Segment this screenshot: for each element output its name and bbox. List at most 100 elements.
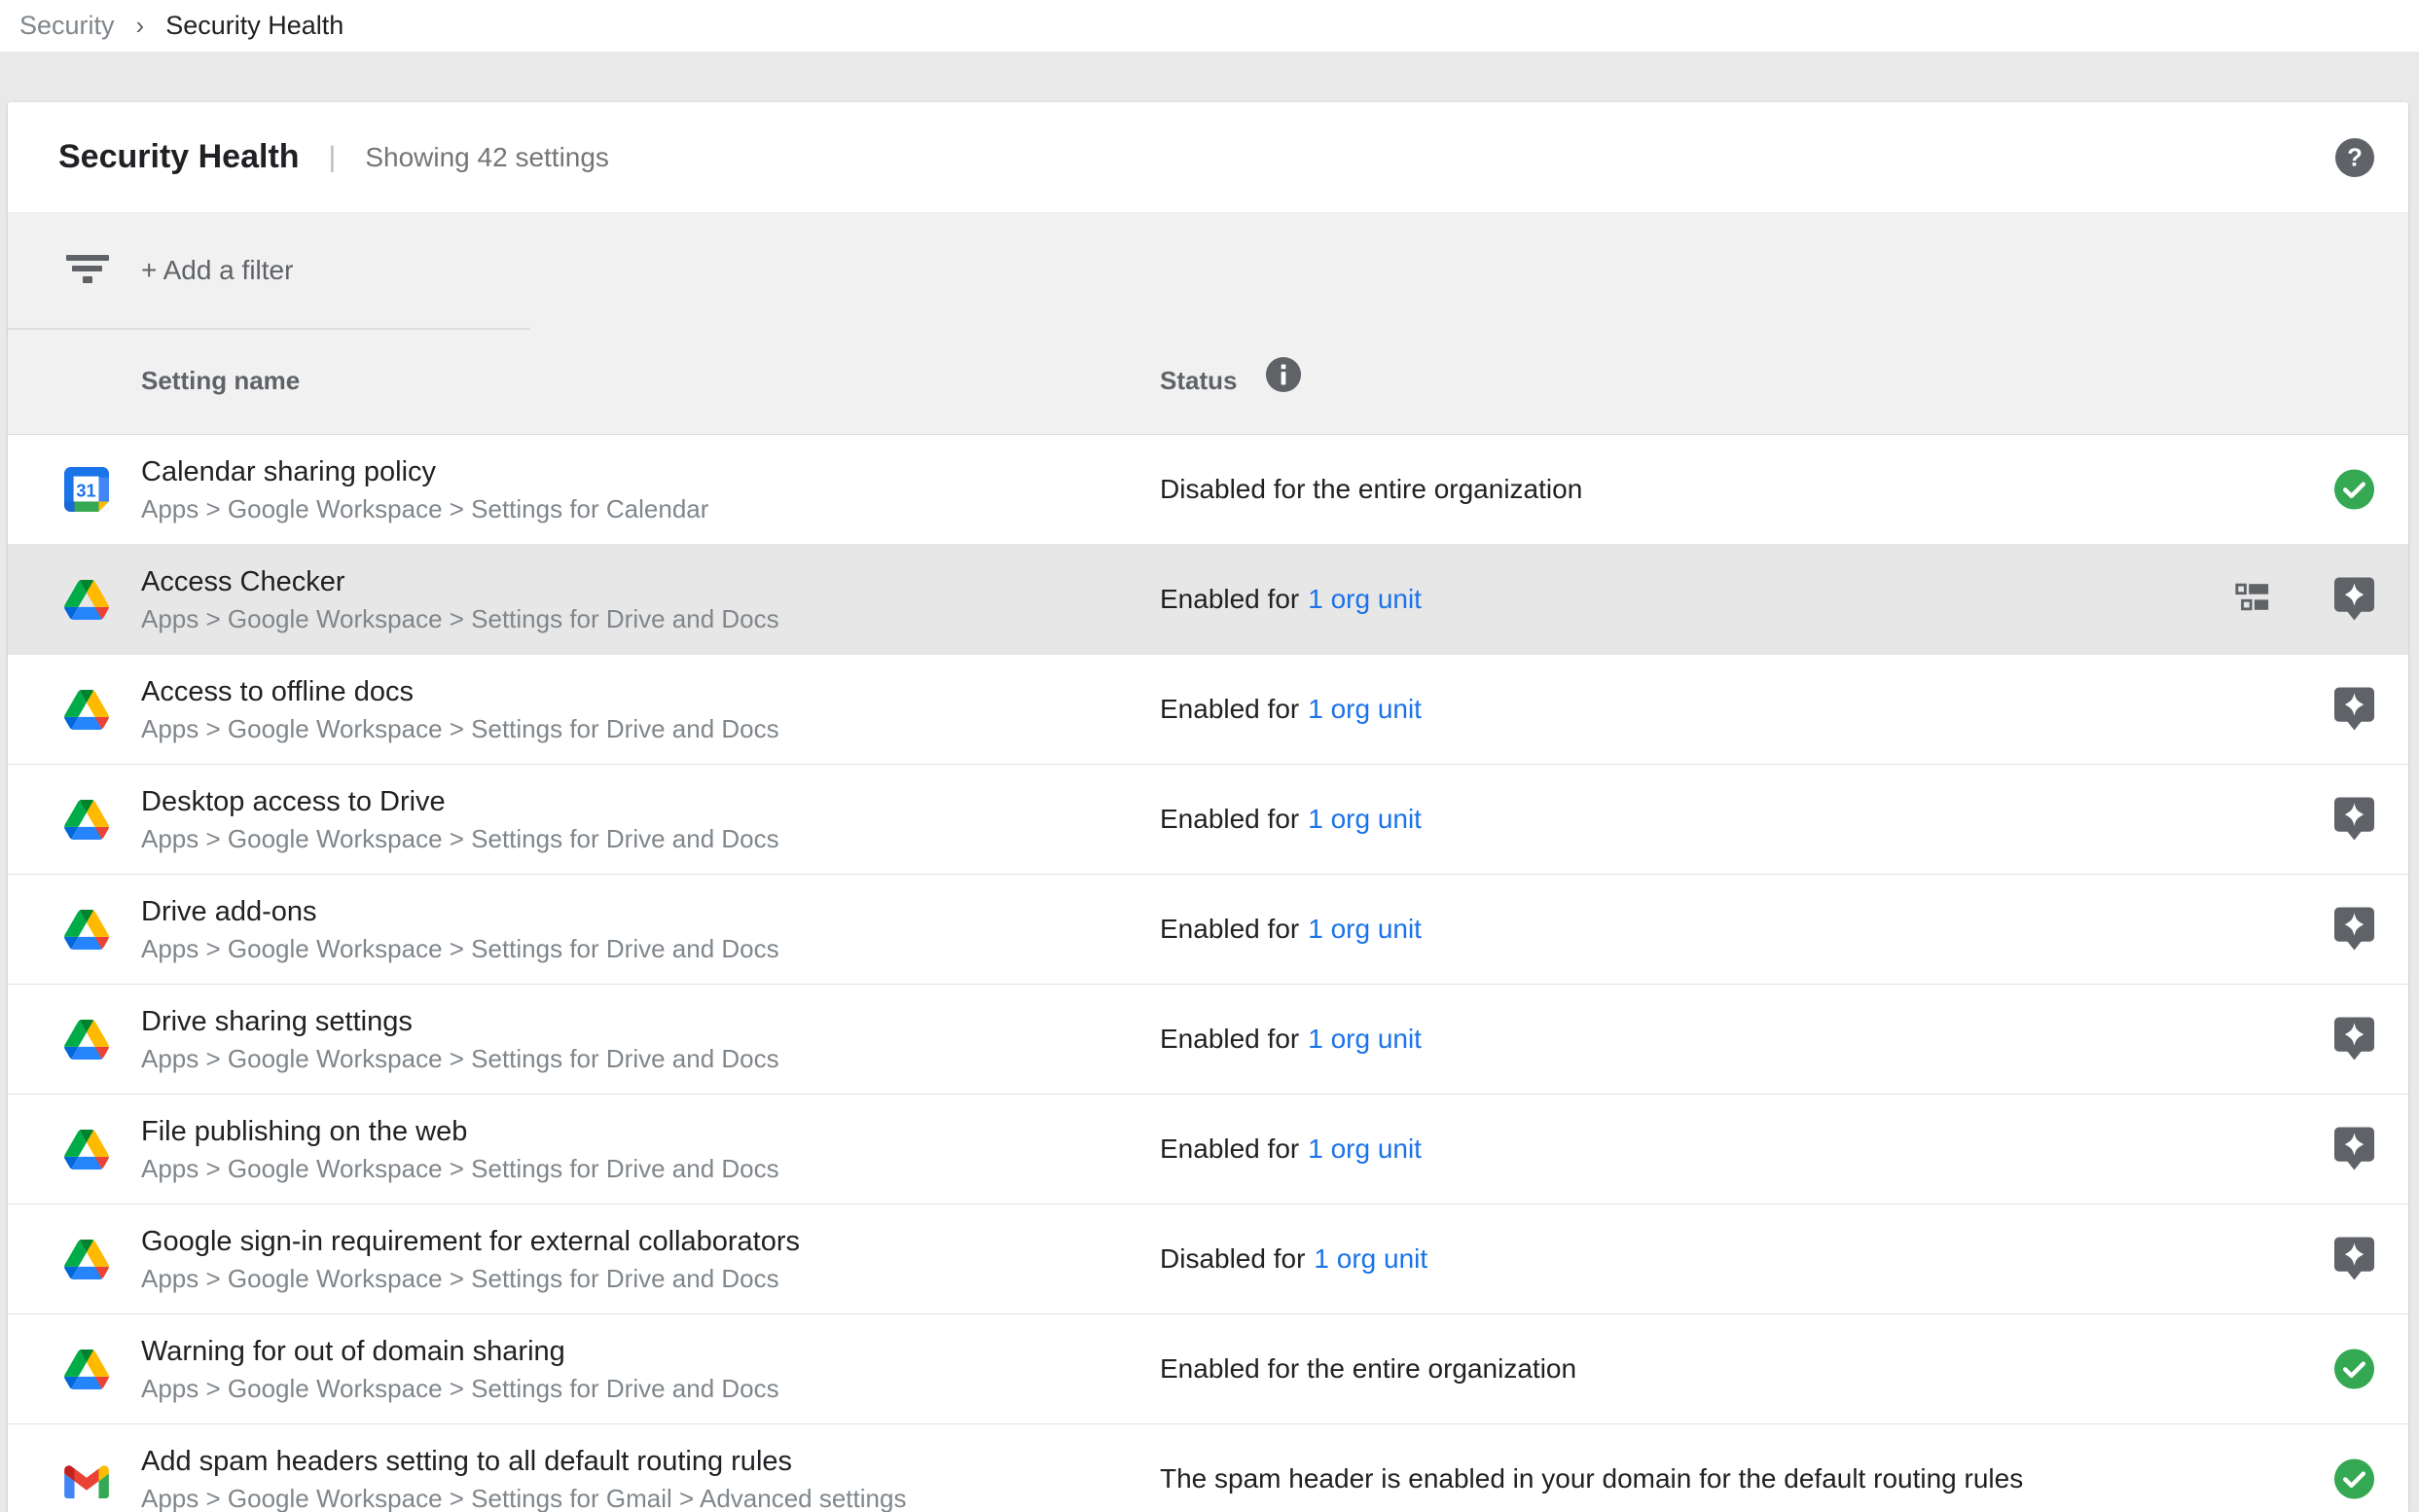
status-badge[interactable] [2333,907,2376,953]
recommendation-flag-icon [2333,687,2375,733]
setting-status: Enabled for 1 org unit [1160,875,1422,984]
setting-path: Apps > Google Workspace > Settings for D… [141,601,779,636]
setting-status: Disabled for 1 org unit [1160,1205,1427,1314]
drive-icon [64,800,109,840]
recommendation-flag-icon [2333,1017,2375,1062]
status-info-icon[interactable] [1265,356,1302,393]
setting-text-block: Warning for out of domain sharing Apps >… [141,1314,779,1423]
setting-path: Apps > Google Workspace > Settings for D… [141,1261,800,1296]
org-unit-link[interactable]: 1 org unit [1308,1134,1422,1165]
setting-row[interactable]: 31 Google sign-in requirem [8,1205,2408,1314]
setting-row[interactable]: 31 Calendar sharing policy [8,435,2408,545]
status-text: Enabled for [1160,1134,1299,1165]
setting-row[interactable]: 31 Drive sharing settings [8,985,2408,1095]
app-icon: 31 [64,797,109,842]
org-unit-link[interactable]: 1 org unit [1314,1243,1427,1275]
setting-status: Enabled for 1 org unit [1160,765,1422,874]
setting-title: Google sign-in requirement for external … [141,1222,800,1261]
breadcrumb: Security › Security Health [0,0,2419,52]
page-title: Security Health [58,138,300,176]
setting-row[interactable]: 31 Warning for out of doma [8,1314,2408,1424]
drive-icon [64,910,109,950]
status-text: Disabled for the entire organization [1160,474,1582,505]
setting-row[interactable]: 31 Access Checker Ap [8,545,2408,655]
settings-list: 31 Calendar sharing policy [8,435,2408,1512]
setting-title: Warning for out of domain sharing [141,1332,779,1371]
title-divider: | [329,141,337,174]
help-icon[interactable]: ? [2334,137,2375,178]
status-text: Enabled for [1160,584,1299,615]
setting-title: Access to offline docs [141,672,779,711]
setting-text-block: Add spam headers setting to all default … [141,1424,906,1512]
org-unit-link[interactable]: 1 org unit [1308,1024,1422,1055]
svg-text:31: 31 [76,482,95,501]
status-text: Disabled for [1160,1243,1305,1275]
setting-path: Apps > Google Workspace > Settings for G… [141,1481,906,1512]
setting-text-block: Access Checker Apps > Google Workspace >… [141,545,779,654]
status-badge[interactable] [2333,797,2376,843]
org-unit-link[interactable]: 1 org unit [1308,694,1422,725]
calendar-icon: 31 [64,467,109,512]
card-header: Security Health | Showing 42 settings ? [8,102,2408,212]
breadcrumb-parent[interactable]: Security [19,11,115,41]
setting-row[interactable]: 31 File publishing on the [8,1095,2408,1205]
drive-icon [64,690,109,730]
setting-path: Apps > Google Workspace > Settings for D… [141,931,779,966]
status-text: Enabled for [1160,914,1299,945]
org-unit-link[interactable]: 1 org unit [1308,584,1422,615]
setting-path: Apps > Google Workspace > Settings for D… [141,821,779,856]
setting-row[interactable]: 31 Drive add-ons App [8,875,2408,985]
setting-title: Desktop access to Drive [141,782,779,821]
status-text: Enabled for [1160,804,1299,835]
drive-icon [64,1350,109,1389]
setting-text-block: Drive add-ons Apps > Google Workspace > … [141,875,779,984]
svg-text:?: ? [2347,145,2363,172]
setting-status: Enabled for the entire organization [1160,1314,1576,1423]
setting-row[interactable]: 31 Add spam headers settin [8,1424,2408,1512]
setting-status: The spam header is enabled in your domai… [1160,1424,2023,1512]
filter-divider [8,328,530,330]
breadcrumb-chevron-icon: › [136,11,145,41]
setting-row[interactable]: 31 Access to offline docs [8,655,2408,765]
status-badge[interactable] [2333,1017,2376,1062]
status-text: Enabled for [1160,694,1299,725]
status-badge[interactable] [2333,469,2376,511]
add-filter-button[interactable]: + Add a filter [141,255,293,286]
column-header-setting-name: Setting name [141,366,300,396]
status-badge[interactable] [2333,1237,2376,1282]
status-badge[interactable] [2333,1349,2376,1390]
setting-path: Apps > Google Workspace > Settings for C… [141,491,708,526]
status-badge[interactable] [2333,1458,2376,1500]
app-icon: 31 [64,907,109,952]
status-badge[interactable] [2333,1127,2376,1172]
app-icon: 31 [64,1127,109,1171]
setting-text-block: Google sign-in requirement for external … [141,1205,800,1314]
setting-title: Drive sharing settings [141,1002,779,1041]
filter-row: + Add a filter [8,212,2408,327]
setting-title: Drive add-ons [141,892,779,931]
filter-icon[interactable] [64,253,111,289]
status-text: Enabled for [1160,1024,1299,1055]
setting-status: Enabled for 1 org unit [1160,1095,1422,1204]
security-health-card: Security Health | Showing 42 settings ? [8,102,2408,1512]
app-icon: 31 [64,1017,109,1062]
setting-text-block: Access to offline docs Apps > Google Wor… [141,655,779,764]
setting-title: Add spam headers setting to all default … [141,1442,906,1481]
org-unit-link[interactable]: 1 org unit [1308,804,1422,835]
setting-text-block: Calendar sharing policy Apps > Google Wo… [141,435,708,544]
recommendation-flag-icon [2333,907,2375,953]
status-badge[interactable] [2333,577,2376,623]
recommendation-flag-icon [2333,797,2375,843]
green-check-icon [2333,1349,2375,1390]
org-unit-link[interactable]: 1 org unit [1308,914,1422,945]
drive-icon [64,1020,109,1060]
status-badge[interactable] [2333,687,2376,733]
setting-status: Disabled for the entire organization [1160,435,1582,544]
setting-row[interactable]: 31 Desktop access to Drive [8,765,2408,875]
app-icon: 31 [64,1457,109,1501]
org-units-icon [2234,579,2271,621]
recommendation-flag-icon [2333,1237,2375,1282]
setting-status: Enabled for 1 org unit [1160,985,1422,1094]
setting-path: Apps > Google Workspace > Settings for D… [141,1151,779,1186]
app-icon: 31 [64,467,109,512]
